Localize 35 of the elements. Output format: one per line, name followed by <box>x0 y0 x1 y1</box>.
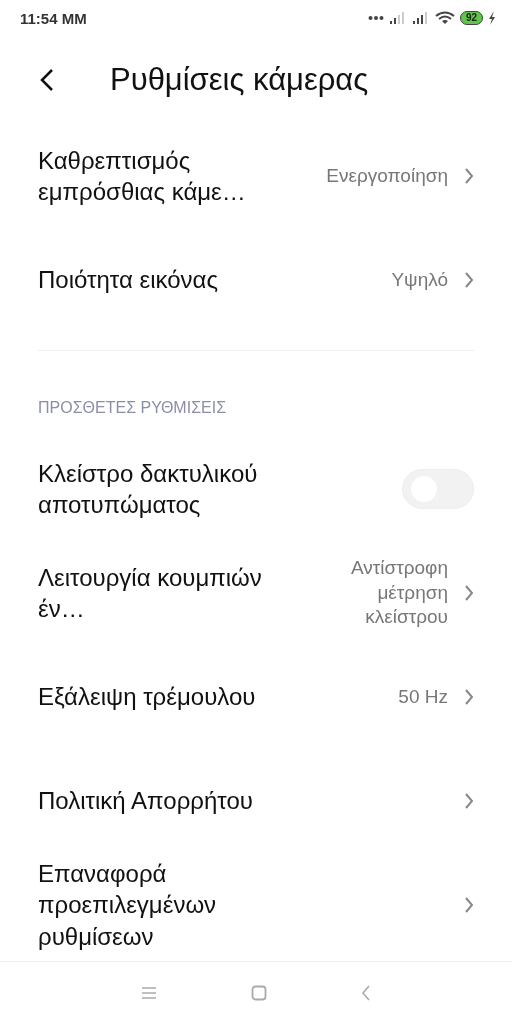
settings-row[interactable]: Πολιτική Απορρήτου <box>0 749 512 853</box>
settings-row[interactable]: Κλείστρο δακτυλικού αποτυπώματος <box>0 437 512 541</box>
chevron-right-icon <box>464 585 474 601</box>
battery-level: 92 <box>459 11 483 25</box>
setting-value: Ενεργοποίηση <box>326 163 448 188</box>
menu-icon <box>141 986 157 1000</box>
chevron-right-icon <box>464 793 474 809</box>
charging-bolt-icon <box>488 11 496 25</box>
setting-label: Κλείστρο δακτυλικού αποτυπώματος <box>38 458 259 520</box>
setting-label: Λειτουργία κουμπιών έν… <box>38 562 263 624</box>
setting-value: Αντίστροφη μέτρηση κλείστρου <box>349 555 448 630</box>
page-title: Ρυθμίσεις κάμερας <box>110 62 369 98</box>
chevron-right-icon <box>464 272 474 288</box>
setting-value: 50 Hz <box>398 684 448 709</box>
section-heading: ΠΡΟΣΘΕΤΕΣ ΡΥΘΜΙΣΕΙΣ <box>37 398 228 418</box>
chevron-right-icon <box>464 168 474 184</box>
setting-label: Επαναφορά προεπιλεγμένων ρυθμίσεων <box>38 859 218 952</box>
settings-row[interactable]: Καθρεπτισμός εμπρόσθιας κάμε… Ενεργοποίηση <box>0 124 512 228</box>
signal-icon <box>411 12 430 24</box>
setting-label: Καθρεπτισμός εμπρόσθιας κάμε… <box>38 145 247 207</box>
wifi-icon <box>434 11 455 25</box>
home-square-icon <box>251 985 267 1001</box>
clock-time: 11:54 MM <box>20 9 87 27</box>
settings-row[interactable]: Εξάλειψη τρέμουλου 50 Hz <box>0 645 512 749</box>
setting-label: Πολιτική Απορρήτου <box>38 786 253 817</box>
setting-label: Ποιότητα εικόνας <box>38 265 219 296</box>
more-dots-icon <box>367 15 384 21</box>
chevron-right-icon <box>464 689 474 705</box>
setting-label: Εξάλειψη τρέμουλου <box>38 682 256 713</box>
settings-row[interactable]: Ποιότητα εικόνας Υψηλό <box>0 228 512 332</box>
setting-value: Υψηλό <box>391 267 448 292</box>
settings-row[interactable]: Λειτουργία κουμπιών έν… Αντίστροφη μέτρηση κλείστρου <box>0 541 512 645</box>
settings-row[interactable]: Επαναφορά προεπιλεγμένων ρυθμίσεων <box>0 853 512 957</box>
chevron-right-icon <box>464 897 474 913</box>
signal-icon <box>388 12 407 24</box>
